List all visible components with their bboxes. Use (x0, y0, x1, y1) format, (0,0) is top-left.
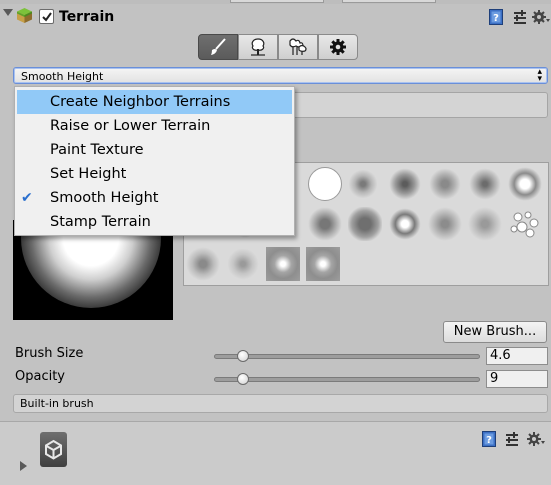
terrain-cube-icon (17, 8, 32, 23)
brush-soft-round[interactable] (308, 167, 342, 201)
menu-item-label: Raise or Lower Terrain (50, 118, 211, 134)
brush-help-box: Built-in brush (13, 394, 548, 413)
brush-texture-1[interactable] (308, 207, 342, 241)
menu-item-label: Stamp Terrain (50, 214, 151, 230)
bottom-settings-gear-icon[interactable] (527, 431, 545, 447)
menu-item-label: Smooth Height (50, 190, 159, 206)
foldout-arrow-icon[interactable] (3, 9, 13, 16)
top-tab-1 (230, 0, 324, 3)
checkmark-icon: ✔ (21, 190, 33, 206)
bubbles-icon (510, 211, 539, 238)
brush-size-field[interactable]: 4.6 (486, 347, 548, 365)
brush-noise-3[interactable] (428, 167, 462, 201)
preset-icon[interactable] (513, 9, 527, 25)
brush-texture-5[interactable] (468, 207, 502, 241)
grass-icon (289, 38, 307, 55)
bottom-component-panel (0, 421, 551, 485)
hidden-field-behind-menu (292, 92, 548, 118)
brush-texture-3[interactable] (388, 207, 422, 241)
unity-logo-icon (40, 432, 67, 467)
brush-size-slider-track[interactable] (214, 354, 480, 359)
menu-item-label: Set Height (50, 166, 127, 182)
enable-checkbox[interactable] (39, 9, 54, 24)
svg-text:?: ? (486, 435, 492, 446)
opacity-slider-track[interactable] (214, 377, 480, 382)
tool-mode-menu: Create Neighbor Terrains Raise or Lower … (14, 86, 295, 236)
brush-bubbles[interactable] (508, 207, 542, 241)
menu-item-create-neighbor-terrains[interactable]: Create Neighbor Terrains (17, 90, 292, 114)
brush-noise-4[interactable] (468, 167, 502, 201)
brush-texture-4[interactable] (428, 207, 462, 241)
top-strip (0, 0, 551, 4)
paintbrush-icon (211, 38, 226, 55)
brush-texture-2[interactable] (348, 207, 382, 241)
settings-gear-icon[interactable] (532, 9, 550, 25)
bottom-help-book-icon[interactable]: ? (482, 431, 496, 447)
opacity-label: Opacity (15, 369, 66, 384)
gear-icon (330, 39, 346, 55)
menu-item-paint-texture[interactable]: Paint Texture (15, 138, 294, 162)
brush-size-slider-knob[interactable] (237, 350, 249, 362)
tool-settings-button[interactable] (318, 34, 358, 60)
tool-paint-trees-button[interactable] (238, 34, 278, 60)
dropdown-selected-value: Smooth Height (21, 70, 104, 83)
menu-item-label: Paint Texture (50, 142, 144, 158)
new-brush-button[interactable]: New Brush... (443, 321, 547, 343)
brush-scatter-2[interactable] (226, 247, 260, 281)
dropdown-arrows-icon: ▴ ▾ (537, 67, 542, 84)
checkmark-icon (42, 12, 52, 22)
brush-noise-5[interactable] (508, 167, 542, 201)
expand-arrow-icon[interactable] (20, 461, 27, 471)
brush-glow-2[interactable] (306, 247, 340, 281)
top-tab-2 (342, 0, 436, 3)
menu-item-smooth-height[interactable]: ✔ Smooth Height (15, 186, 294, 210)
tree-icon (251, 38, 265, 56)
opacity-field[interactable]: 9 (486, 370, 548, 388)
component-title: Terrain (59, 9, 115, 25)
tool-paint-terrain-button[interactable] (198, 34, 238, 60)
brush-noise-2[interactable] (388, 167, 422, 201)
tool-paint-details-button[interactable] (278, 34, 318, 60)
bottom-preset-icon[interactable] (505, 431, 519, 447)
menu-item-raise-or-lower-terrain[interactable]: Raise or Lower Terrain (15, 114, 294, 138)
help-book-icon[interactable]: ? (489, 9, 503, 25)
brush-glow-1[interactable] (266, 247, 300, 281)
opacity-slider-knob[interactable] (237, 373, 249, 385)
brush-noise-1[interactable] (346, 167, 380, 201)
svg-text:?: ? (493, 13, 499, 24)
brush-scatter-1[interactable] (186, 247, 220, 281)
tool-mode-dropdown[interactable]: Smooth Height ▴ ▾ (13, 67, 548, 84)
menu-item-set-height[interactable]: Set Height (15, 162, 294, 186)
menu-item-label: Create Neighbor Terrains (50, 94, 231, 110)
menu-item-stamp-terrain[interactable]: Stamp Terrain (15, 210, 294, 234)
brush-size-label: Brush Size (15, 346, 84, 361)
